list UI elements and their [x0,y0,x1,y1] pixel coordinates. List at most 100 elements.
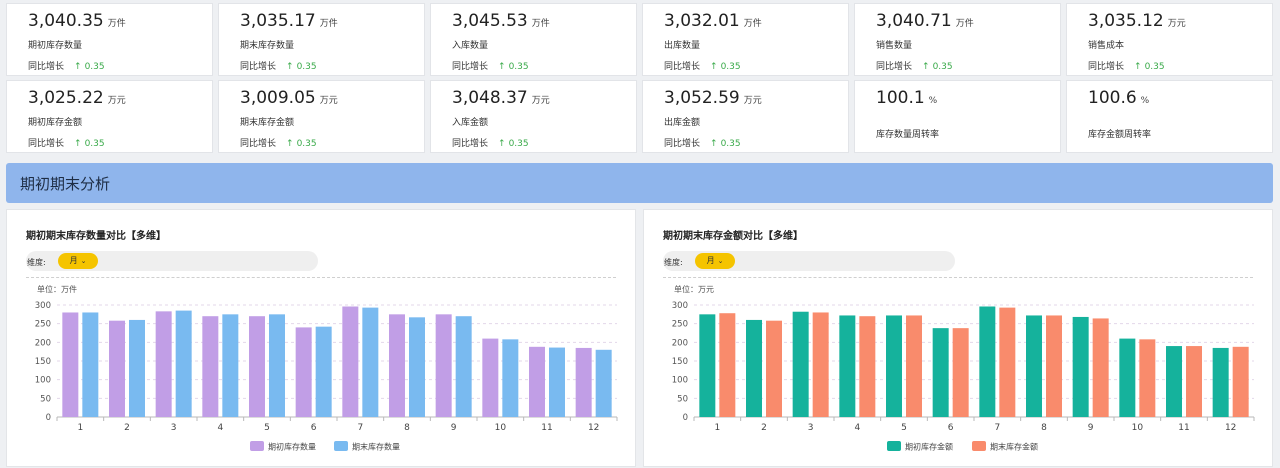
bar [295,327,312,417]
bar [1119,338,1136,417]
yoy-value: 0.35 [296,139,317,149]
kpi-card: 3,035.17 万件 期末库存数量 同比增长 ↑ 0.35 [218,3,425,76]
kpi-yoy: 同比增长 ↑ 0.35 [240,136,317,149]
kpi-yoy: 同比增长 ↑ 0.35 [452,136,529,149]
bar [549,347,565,417]
kpi-label: 库存数量周转率 [876,130,940,140]
arrow-up-icon: ↑ [498,139,506,149]
bar [699,314,716,417]
kpi-number: 3,040.71 [876,11,952,31]
kpi-number: 3,052.59 [664,88,740,108]
legend-swatch [972,441,986,451]
yoy-label: 同比增长 [876,62,913,72]
unit-label: 单位：万件 [37,284,77,294]
y-tick-label: 300 [35,301,51,311]
kpi-unit: % [1140,96,1150,106]
yoy-label: 同比增长 [28,62,65,72]
x-tick-label: 12 [1225,423,1236,433]
bar [812,312,829,417]
section-header: 期初期末分析 [6,163,1273,203]
legend-swatch [250,441,264,451]
kpi-card: 3,009.05 万元 期末库存金额 同比增长 ↑ 0.35 [218,80,425,153]
kpi-label: 出库金额 [664,118,701,128]
kpi-unit: 万元 [531,96,550,106]
kpi-value: 3,025.22 万元 [28,88,126,108]
kpi-number: 100.1 [876,88,925,108]
legend-label: 期初库存数量 [268,442,316,452]
yoy-label: 同比增长 [28,139,65,149]
x-tick-label: 10 [1132,423,1144,433]
bar [82,312,99,417]
x-tick-label: 11 [541,423,552,433]
yoy-value: 0.35 [720,139,741,149]
yoy-label: 同比增长 [452,139,489,149]
kpi-yoy: 同比增长 ↑ 0.35 [1088,59,1165,72]
bar [62,312,79,417]
kpi-number: 3,045.53 [452,11,528,31]
kpi-label: 期初库存数量 [28,41,83,51]
bar [999,307,1016,417]
yoy-label: 同比增长 [240,139,277,149]
arrow-up-icon: ↑ [286,62,294,72]
bar [435,314,452,417]
arrow-up-icon: ↑ [74,62,82,72]
legend-swatch [334,441,348,451]
y-tick-label: 100 [672,376,688,386]
bar [202,316,219,417]
amount-bar-chart: 单位：万元0501001502002503001 2 3 4 5 6 7 8 9 10 11 12期初… [672,284,1255,452]
kpi-value: 3,048.37 万元 [452,88,550,108]
kpi-unit: 万元 [319,96,338,106]
kpi-yoy: 同比增长 ↑ 0.35 [664,136,741,149]
kpi-value: 3,035.12 万元 [1088,11,1186,31]
x-tick-label: 3 [808,423,814,433]
x-tick-label: 2 [761,423,767,433]
kpi-unit: 万件 [743,19,762,29]
bar [175,310,192,417]
bar [979,306,996,417]
y-tick-label: 250 [35,320,51,330]
kpi-unit: 万件 [107,19,126,29]
yoy-value: 0.35 [1144,62,1165,72]
legend-label: 期末库存金额 [990,442,1038,452]
kpi-unit: 万件 [531,19,550,29]
kpi-card: 100.6% 库存金额周转率 [1066,80,1273,153]
kpi-number: 3,048.37 [452,88,528,108]
y-tick-label: 150 [35,357,51,367]
kpi-value: 3,032.01 万件 [664,11,762,31]
bar [389,314,405,417]
arrow-up-icon: ↑ [922,62,930,72]
y-tick-label: 200 [35,338,51,348]
bar [155,311,172,417]
bar [1046,315,1062,417]
x-tick-label: 9 [451,423,457,433]
x-tick-label: 5 [901,423,907,433]
bar [1186,346,1202,417]
x-tick-label: 2 [124,423,130,433]
yoy-value: 0.35 [932,62,953,72]
y-tick-label: 200 [672,338,688,348]
kpi-yoy: 同比增长 ↑ 0.35 [664,59,741,72]
bar [129,319,145,417]
y-tick-label: 50 [677,394,688,404]
y-tick-label: 150 [672,357,688,367]
bar [906,315,922,417]
kpi-card: 3,045.53 万件 入库数量 同比增长 ↑ 0.35 [430,3,637,76]
kpi-yoy: 同比增长 ↑ 0.35 [240,59,317,72]
bar [409,317,425,417]
kpi-card: 3,035.12 万元 销售成本 同比增长 ↑ 0.35 [1066,3,1273,76]
yoy-value: 0.35 [296,62,317,72]
bar [222,314,239,417]
kpi-card: 3,052.59 万元 出库金额 同比增长 ↑ 0.35 [642,80,849,153]
bar [109,320,125,417]
x-tick-label: 6 [948,423,954,433]
kpi-label: 库存金额周转率 [1088,130,1152,140]
bar [1139,339,1156,417]
x-tick-label: 1 [77,423,83,433]
kpi-unit: 万件 [955,19,974,29]
arrow-up-icon: ↑ [1134,62,1142,72]
kpi-unit: % [928,96,938,106]
kpi-value: 100.6% [1088,88,1149,108]
x-tick-label: 8 [404,423,410,433]
kpi-yoy: 同比增长 ↑ 0.35 [28,136,105,149]
yoy-value: 0.35 [84,62,105,72]
